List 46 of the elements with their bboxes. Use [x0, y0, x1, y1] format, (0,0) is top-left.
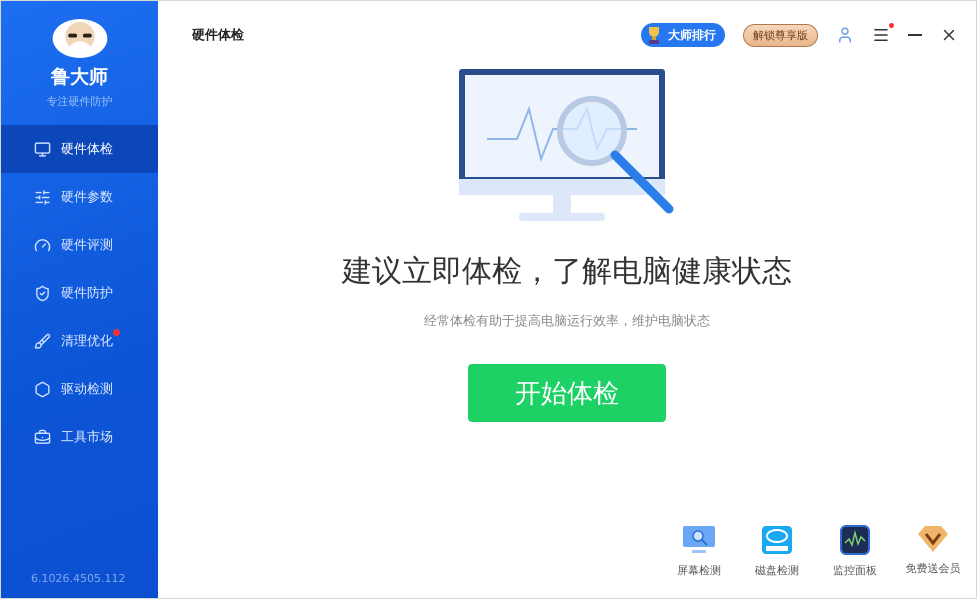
sidebar-item-label: 硬件体检	[61, 141, 113, 158]
sidebar-item-icon	[34, 236, 51, 254]
page-title: 硬件体检	[192, 27, 244, 44]
sidebar-item[interactable]: 硬件防护	[1, 269, 158, 317]
menu-icon	[872, 26, 890, 44]
ranking-button[interactable]: 大师排行	[641, 23, 725, 47]
sidebar-item-label: 驱动检测	[61, 381, 113, 398]
sidebar-item-icon	[34, 428, 51, 446]
minimize-icon	[908, 34, 922, 36]
sidebar-item-label: 硬件评测	[61, 237, 113, 254]
account-button[interactable]	[836, 26, 854, 44]
sidebar-item[interactable]: 硬件体检	[1, 125, 158, 173]
sidebar-item-label: 硬件防护	[61, 285, 113, 302]
tool-icon	[840, 525, 870, 555]
sidebar-item-icon	[34, 332, 51, 350]
sidebar-item[interactable]: 工具市场	[1, 413, 158, 461]
tool-icon	[761, 525, 793, 555]
sidebar-item-label: 工具市场	[61, 429, 113, 446]
tool-label: 监控面板	[833, 563, 877, 578]
sidebar-item-icon	[34, 188, 51, 206]
tool-label: 屏幕检测	[677, 563, 721, 578]
tool-shortcut[interactable]: 免费送会员	[904, 525, 962, 578]
app-tagline: 专注硬件防护	[46, 94, 112, 109]
tool-icon	[917, 525, 949, 553]
tool-shortcut[interactable]: 监控面板	[826, 525, 884, 578]
tool-shortcut[interactable]: 磁盘检测	[748, 525, 806, 578]
sidebar-item-label: 硬件参数	[61, 189, 113, 206]
tool-label: 免费送会员	[906, 561, 960, 576]
sidebar-item[interactable]: 驱动检测	[1, 365, 158, 413]
version-text: 6.1026.4505.112	[30, 572, 126, 587]
user-icon	[836, 26, 854, 44]
sidebar-item[interactable]: 硬件评测	[1, 221, 158, 269]
sidebar-item-icon	[34, 140, 51, 158]
headline: 建议立即体检，了解电脑健康状态	[342, 253, 792, 291]
tool-icon	[682, 525, 716, 555]
sidebar-item-label: 清理优化	[61, 333, 113, 350]
tool-shortcut[interactable]: 屏幕检测	[670, 525, 728, 578]
sidebar-item[interactable]: 清理优化	[1, 317, 158, 365]
sidebar-item-icon	[34, 284, 51, 302]
sidebar-item[interactable]: 硬件参数	[1, 173, 158, 221]
app-name: 鲁大师	[51, 65, 108, 90]
sidebar-item-icon	[34, 380, 51, 398]
tool-label: 磁盘检测	[755, 563, 799, 578]
subtitle: 经常体检有助于提高电脑运行效率，维护电脑状态	[424, 313, 710, 330]
unlock-premium-button[interactable]: 解锁尊享版	[743, 24, 818, 46]
old-man-logo-icon	[50, 17, 108, 60]
